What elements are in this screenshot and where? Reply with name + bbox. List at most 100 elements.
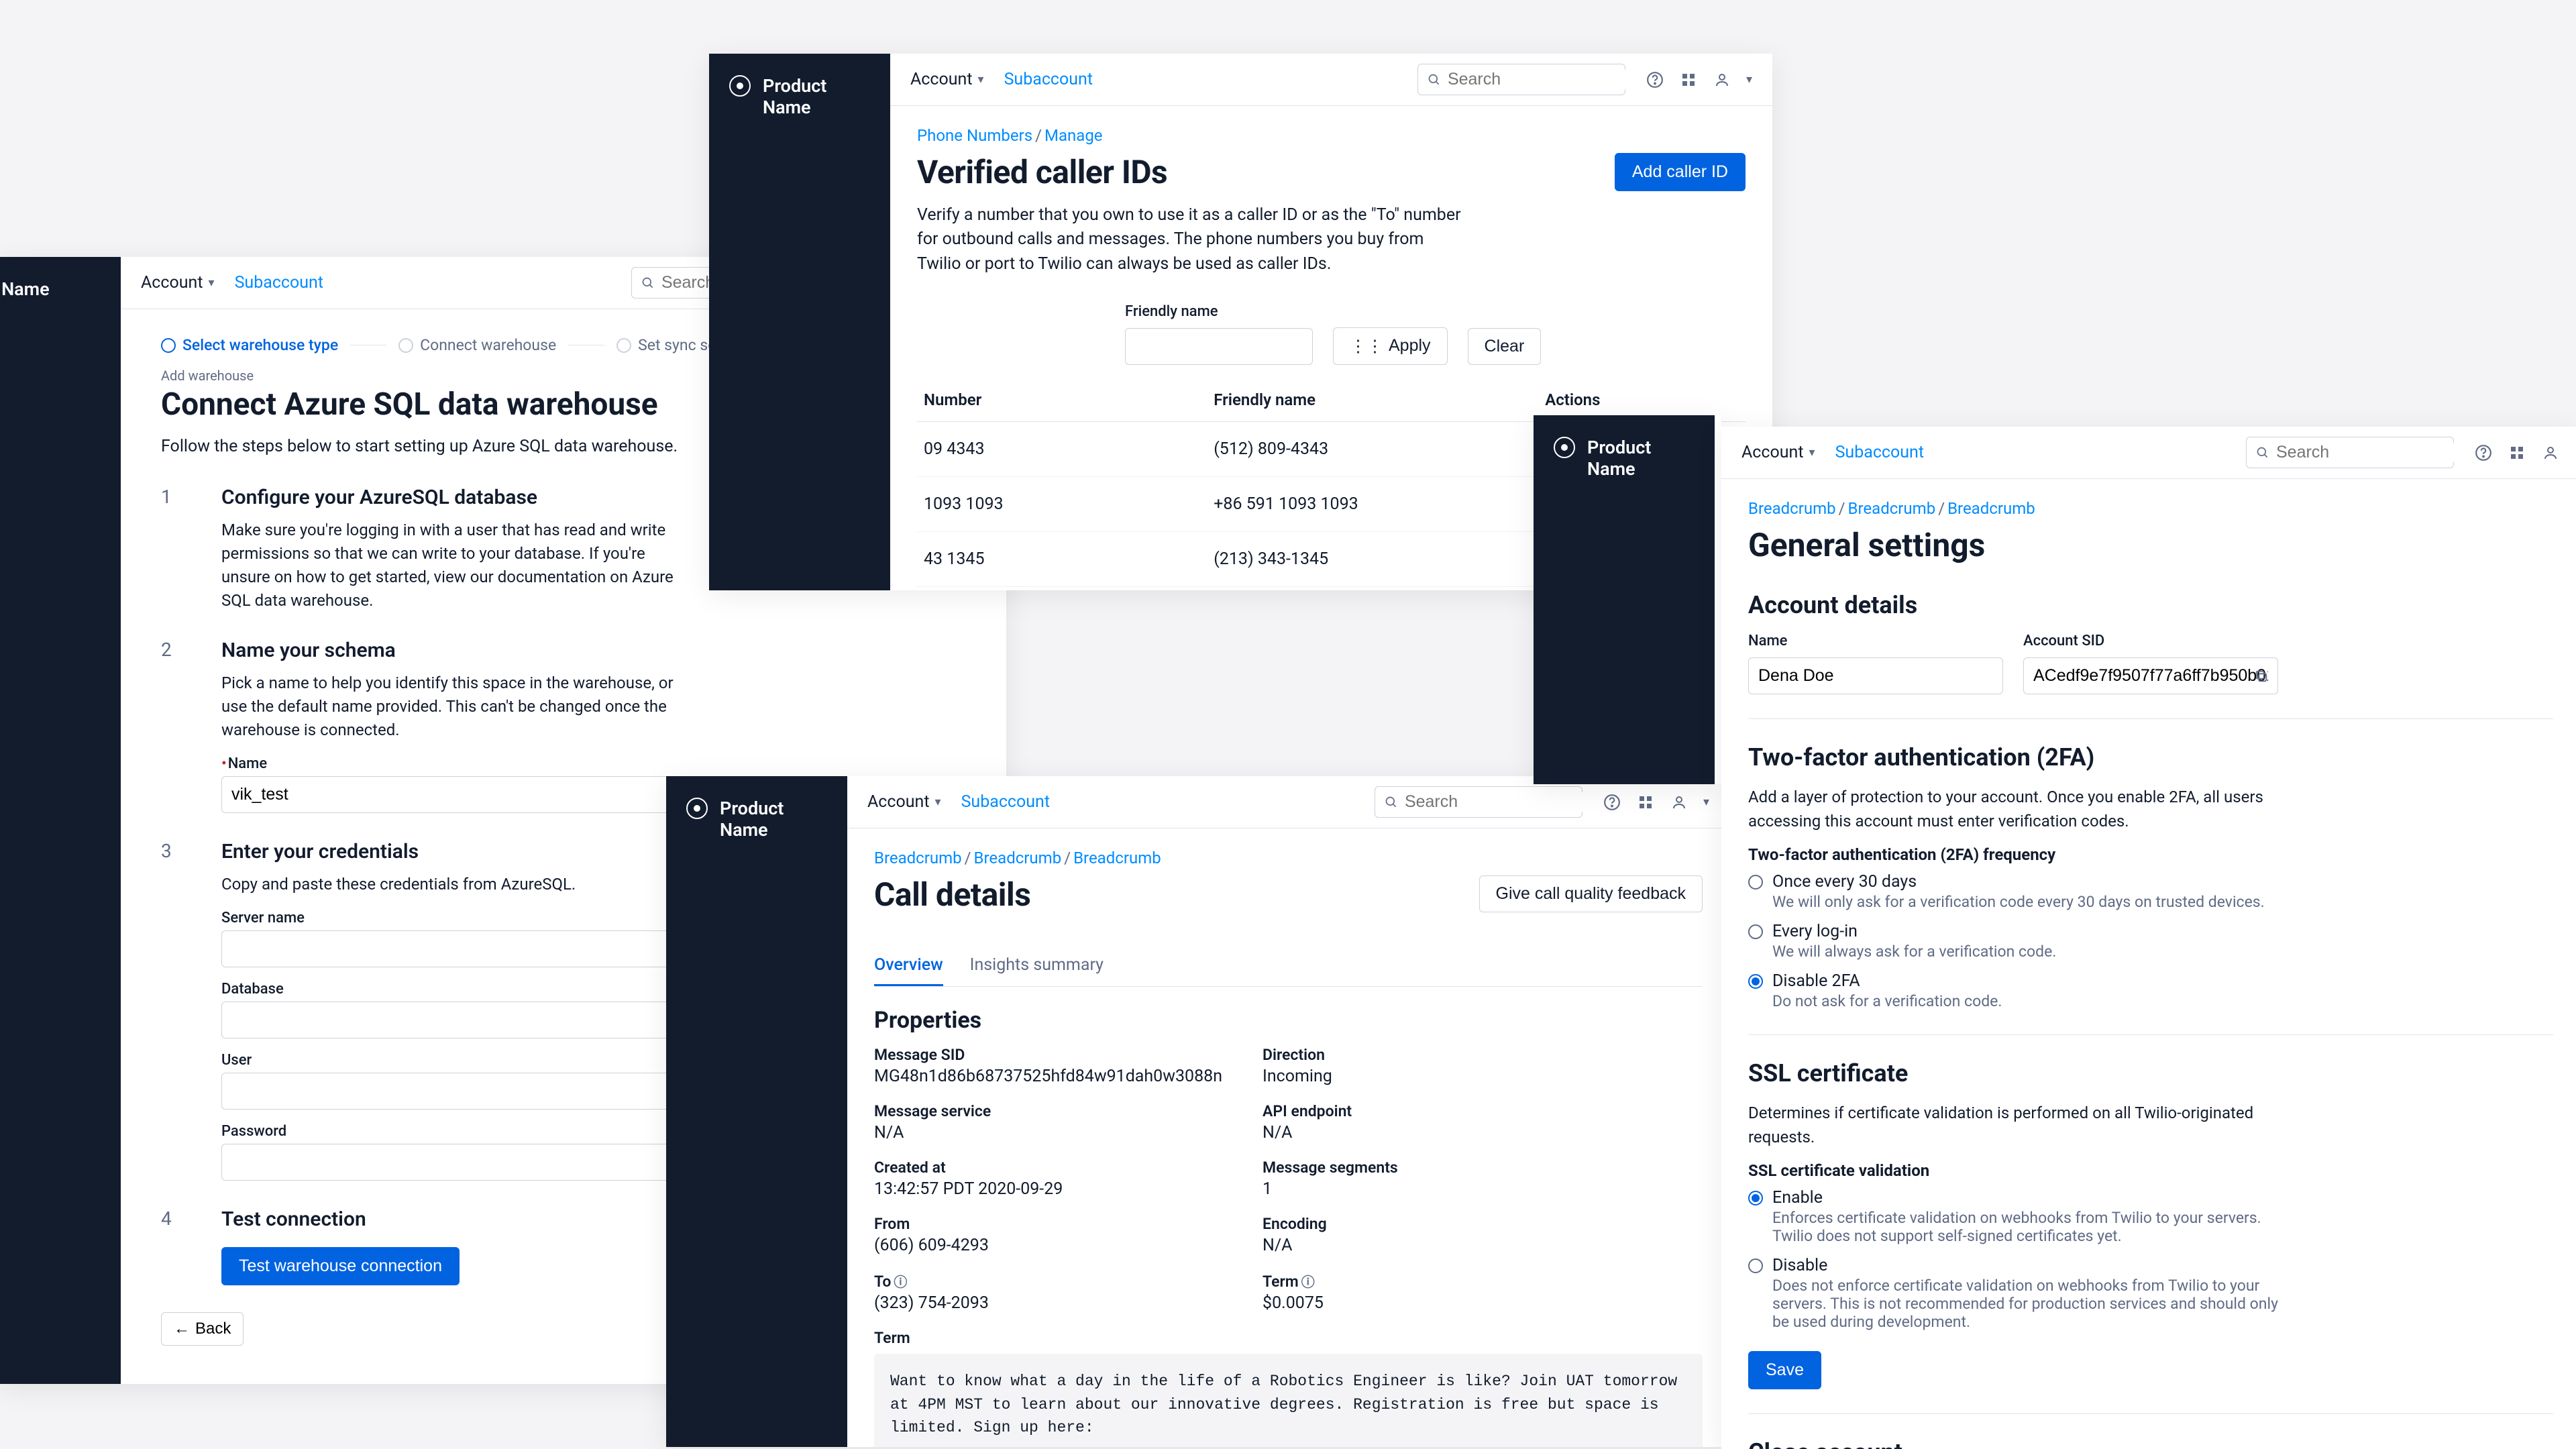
account-dropdown[interactable]: Account▾ xyxy=(867,792,941,812)
search-input[interactable] xyxy=(1448,70,1664,89)
search-input[interactable] xyxy=(1405,792,1621,812)
help-icon[interactable] xyxy=(2474,443,2493,462)
account-dropdown[interactable]: Account ▾ xyxy=(910,70,984,89)
prop-value: (606) 609-4293 xyxy=(874,1236,1222,1255)
step-connect[interactable]: Connect warehouse xyxy=(398,336,556,354)
chevron-down-icon[interactable]: ▾ xyxy=(1746,72,1752,87)
radio-label: Once every 30 days xyxy=(1772,872,2265,892)
tabs: Overview Insights summary xyxy=(874,946,1703,987)
tfa-freq-label: Two-factor authentication (2FA) frequenc… xyxy=(1748,845,2553,864)
filter-icon: ⋮⋮ xyxy=(1350,336,1383,356)
step-number: 3 xyxy=(161,840,174,1181)
breadcrumb-link[interactable]: Breadcrumb xyxy=(1848,499,1936,518)
search-input[interactable] xyxy=(2276,443,2492,462)
chevron-down-icon: ▾ xyxy=(209,276,215,290)
account-label: Account xyxy=(910,70,973,89)
subaccount-link[interactable]: Subaccount xyxy=(235,273,323,292)
radio-icon xyxy=(1748,875,1763,890)
page-title: Call details xyxy=(874,875,1030,914)
copy-icon[interactable] xyxy=(2254,669,2269,684)
prop-value: N/A xyxy=(874,1123,1222,1142)
col-number: Number xyxy=(917,378,1207,422)
grid-icon[interactable] xyxy=(1636,793,1655,812)
chevron-down-icon: ▾ xyxy=(978,72,984,87)
password-input[interactable] xyxy=(221,1144,691,1181)
test-connection-button[interactable]: Test warehouse connection xyxy=(221,1247,460,1285)
search-box[interactable] xyxy=(1417,64,1625,95)
help-icon[interactable] xyxy=(1603,793,1621,812)
breadcrumb-link[interactable]: Breadcrumb xyxy=(1073,849,1161,867)
friendly-name-input[interactable] xyxy=(1125,328,1313,365)
name-input[interactable] xyxy=(1748,657,2003,694)
grid-icon[interactable] xyxy=(1679,70,1698,89)
logo-icon xyxy=(686,798,708,819)
tab-overview[interactable]: Overview xyxy=(874,946,943,986)
apply-button[interactable]: ⋮⋮Apply xyxy=(1333,327,1448,365)
breadcrumb-link[interactable]: Breadcrumb xyxy=(974,849,1062,867)
cell-friendly: (213) 343-1345 xyxy=(1207,531,1538,586)
back-label: Back xyxy=(195,1320,231,1338)
back-button[interactable]: ← Back xyxy=(161,1312,244,1346)
save-button[interactable]: Save xyxy=(1748,1351,1821,1389)
step-select-type[interactable]: Select warehouse type xyxy=(161,336,338,354)
sidebar: Product Name xyxy=(666,776,847,1447)
sid-input[interactable] xyxy=(2023,657,2278,694)
cell-number: 09 4343 xyxy=(917,421,1207,476)
help-icon[interactable] xyxy=(1646,70,1664,89)
user-icon[interactable] xyxy=(1670,793,1688,812)
subaccount-link[interactable]: Subaccount xyxy=(1835,443,1924,462)
ssl-radio-group: EnableEnforces certificate validation on… xyxy=(1748,1188,2553,1331)
col-friendly: Friendly name xyxy=(1207,378,1538,422)
user-input[interactable] xyxy=(221,1073,691,1110)
prop-value: $0.0075 xyxy=(1263,1293,1478,1313)
radio-every-login[interactable]: Every log-inWe will always ask for a ver… xyxy=(1748,922,2553,961)
step-desc: Copy and paste these credentials from Az… xyxy=(221,873,678,896)
breadcrumb-link[interactable]: Manage xyxy=(1044,126,1103,145)
radio-ssl-enable[interactable]: EnableEnforces certificate validation on… xyxy=(1748,1188,2553,1245)
feedback-button[interactable]: Give call quality feedback xyxy=(1479,875,1703,912)
prop-label: Direction xyxy=(1263,1046,1478,1064)
server-input[interactable] xyxy=(221,930,691,967)
breadcrumb: Breadcrumb/Breadcrumb/Breadcrumb xyxy=(874,849,1703,867)
search-box[interactable] xyxy=(1375,786,1582,818)
add-caller-id-button[interactable]: Add caller ID xyxy=(1615,153,1746,191)
prop-value: MG48n1d86b68737525hfd84w91dah0w3088n xyxy=(874,1067,1222,1086)
radio-ssl-disable[interactable]: DisableDoes not enforce certificate vali… xyxy=(1748,1256,2553,1331)
arrow-left-icon: ← xyxy=(174,1320,190,1338)
step-number: 1 xyxy=(161,486,174,612)
breadcrumb-link[interactable]: Phone Numbers xyxy=(917,126,1032,145)
breadcrumb-link[interactable]: Breadcrumb xyxy=(1947,499,2035,518)
info-icon[interactable]: ⓘ xyxy=(1301,1274,1315,1290)
info-icon[interactable]: ⓘ xyxy=(894,1274,907,1290)
tab-insights[interactable]: Insights summary xyxy=(970,946,1104,986)
step-label: Connect warehouse xyxy=(420,336,556,354)
account-dropdown[interactable]: Account▾ xyxy=(1741,443,1815,462)
radio-30days[interactable]: Once every 30 daysWe will only ask for a… xyxy=(1748,872,2553,911)
radio-disable[interactable]: Disable 2FADo not ask for a verification… xyxy=(1748,971,2553,1010)
name-input[interactable] xyxy=(221,776,691,813)
properties-heading: Properties xyxy=(874,1007,1703,1034)
user-icon[interactable] xyxy=(2541,443,2560,462)
radio-icon xyxy=(1748,924,1763,939)
cell-friendly: (512) 809-4343 xyxy=(1207,421,1538,476)
clear-button[interactable]: Clear xyxy=(1468,328,1542,365)
account-dropdown[interactable]: Account ▾ xyxy=(141,273,215,292)
breadcrumb: Breadcrumb/Breadcrumb/Breadcrumb xyxy=(1748,499,2553,518)
search-box[interactable] xyxy=(2246,437,2454,468)
topbar: Account▾ Subaccount xyxy=(1721,427,2576,479)
breadcrumb-link[interactable]: Breadcrumb xyxy=(874,849,962,867)
subaccount-link[interactable]: Subaccount xyxy=(961,792,1050,812)
chevron-down-icon[interactable]: ▾ xyxy=(1703,795,1709,809)
user-icon[interactable] xyxy=(1713,70,1731,89)
breadcrumb-link[interactable]: Breadcrumb xyxy=(1748,499,1836,518)
sidebar: Product Name xyxy=(1534,415,1715,784)
database-input[interactable] xyxy=(221,1002,691,1038)
grid-icon[interactable] xyxy=(2508,443,2526,462)
page-desc: Verify a number that you own to use it a… xyxy=(917,203,1467,276)
radio-label: Disable xyxy=(1772,1256,2282,1275)
page-title: Verified caller IDs xyxy=(917,153,1167,191)
prop-label: Message service xyxy=(874,1102,1222,1120)
subaccount-link[interactable]: Subaccount xyxy=(1004,70,1093,89)
close-account-heading: Close account xyxy=(1748,1438,2553,1449)
search-icon xyxy=(641,276,655,290)
